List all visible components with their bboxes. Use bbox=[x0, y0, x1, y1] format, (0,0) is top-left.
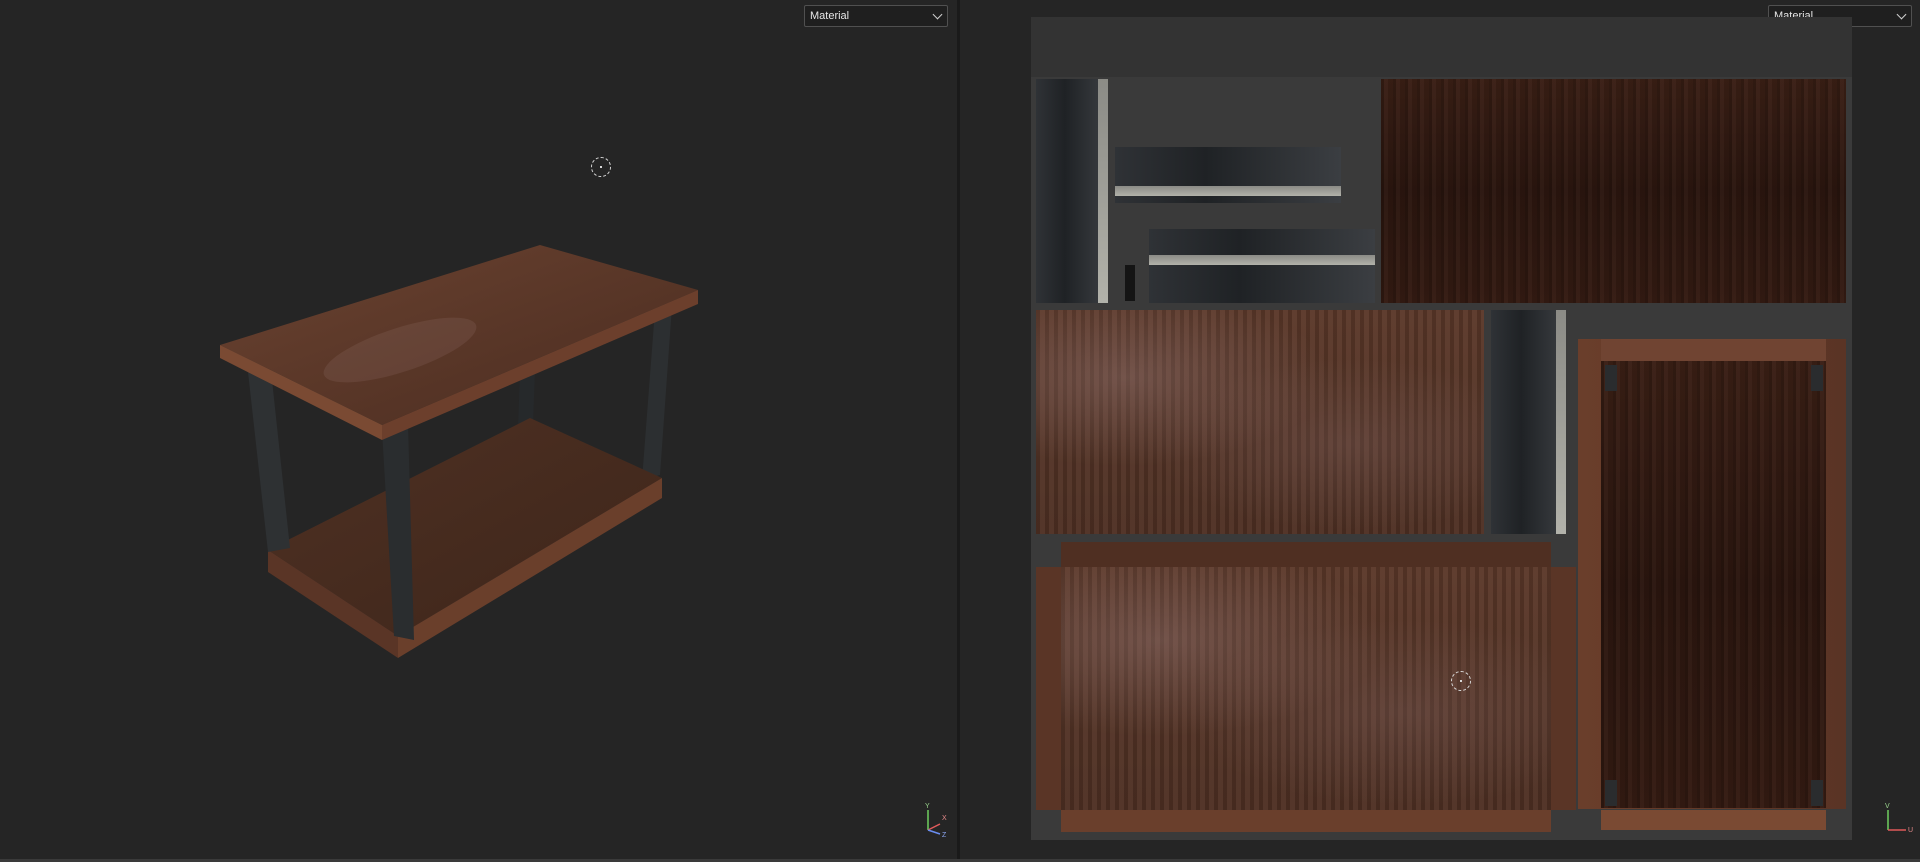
axis-gizmo-icon: Y X Z bbox=[925, 803, 947, 839]
uv-island-leg-top-2 bbox=[1149, 229, 1375, 303]
axis-x-label: X bbox=[942, 815, 947, 822]
uv-island-tabletop-edge-top bbox=[1061, 542, 1551, 567]
uv-island-tabletop-underside bbox=[1036, 310, 1484, 534]
uv-corner-mark bbox=[1811, 780, 1823, 806]
uv-island-small bbox=[1125, 265, 1135, 301]
axis-v-label: V bbox=[1885, 803, 1890, 810]
table-model bbox=[220, 245, 698, 658]
viewport-uv[interactable]: Material V U bbox=[960, 0, 1920, 862]
uv-island-shelf-underside bbox=[1381, 79, 1846, 303]
axis-y-label: Y bbox=[925, 803, 930, 810]
uv-island-leg-top-2-strip bbox=[1149, 255, 1375, 265]
uv-island-shelf-edge-top bbox=[1601, 339, 1826, 361]
uv-island-tabletop-edge-bottom bbox=[1061, 810, 1551, 832]
uv-island-tabletop bbox=[1061, 567, 1551, 810]
uv-island-leg-top-1-strip bbox=[1115, 186, 1341, 196]
table-leg-back-right bbox=[642, 306, 672, 480]
chevron-down-icon bbox=[1896, 9, 1907, 20]
uv-island-leg-strip-2 bbox=[1556, 310, 1566, 534]
axis-gizmo-icon: V U bbox=[1885, 803, 1913, 834]
table-leg-front-left bbox=[248, 372, 290, 552]
axis-z-label: Z bbox=[942, 832, 947, 839]
pivot-icon[interactable] bbox=[1451, 671, 1471, 691]
uv-corner-mark bbox=[1605, 780, 1617, 806]
uv-island-leg-strip bbox=[1098, 79, 1108, 303]
uv-empty-area bbox=[1031, 17, 1852, 77]
viewport-3d[interactable]: Material Y X Z bbox=[0, 0, 957, 862]
uv-corner-mark bbox=[1605, 365, 1617, 391]
uv-island-shelf-edge-bottom bbox=[1601, 810, 1826, 830]
uv-texture-canvas[interactable] bbox=[1031, 17, 1852, 840]
uv-island-leg-side-2 bbox=[1491, 310, 1566, 534]
uv-corner-mark bbox=[1811, 365, 1823, 391]
uv-island-shelf bbox=[1601, 361, 1826, 808]
axis-u-label: U bbox=[1908, 827, 1913, 834]
